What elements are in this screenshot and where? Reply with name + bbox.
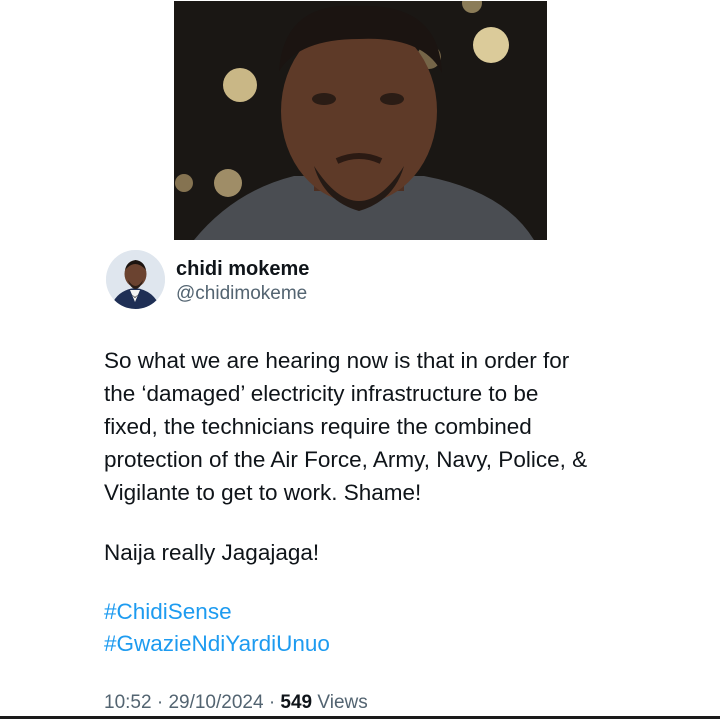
views-count[interactable]: 549 — [280, 692, 312, 713]
tweet-photo[interactable] — [174, 1, 547, 240]
tweet-meta: 10:52 · 29/10/2024 · 549 Views — [104, 692, 368, 714]
meta-separator: · — [268, 692, 276, 713]
tweet-text-line: the ‘damaged’ electricity infrastructure… — [104, 381, 539, 406]
views-label: Views — [317, 692, 368, 713]
tweet-text-paragraph: Naija really Jagajaga! — [104, 540, 320, 565]
tweet-text: So what we are hearing now is that in or… — [104, 344, 644, 509]
tweet-text-line: So what we are hearing now is that in or… — [104, 348, 570, 373]
hashtag-link[interactable]: #GwazieNdiYardiUnuo — [104, 627, 330, 660]
tweet-text-line: Vigilante to get to work. Shame! — [104, 480, 422, 505]
display-name[interactable]: chidi mokeme — [176, 258, 309, 281]
tweet-time[interactable]: 10:52 — [104, 692, 152, 713]
tweet-date[interactable]: 29/10/2024 — [168, 692, 263, 713]
hashtag-link[interactable]: #ChidiSense — [104, 595, 232, 628]
user-handle[interactable]: @chidimokeme — [176, 283, 307, 305]
tweet-text-line: protection of the Air Force, Army, Navy,… — [104, 447, 588, 472]
user-avatar[interactable] — [106, 250, 165, 309]
meta-separator: · — [156, 692, 164, 713]
tweet-text-line: fixed, the technicians require the combi… — [104, 414, 532, 439]
